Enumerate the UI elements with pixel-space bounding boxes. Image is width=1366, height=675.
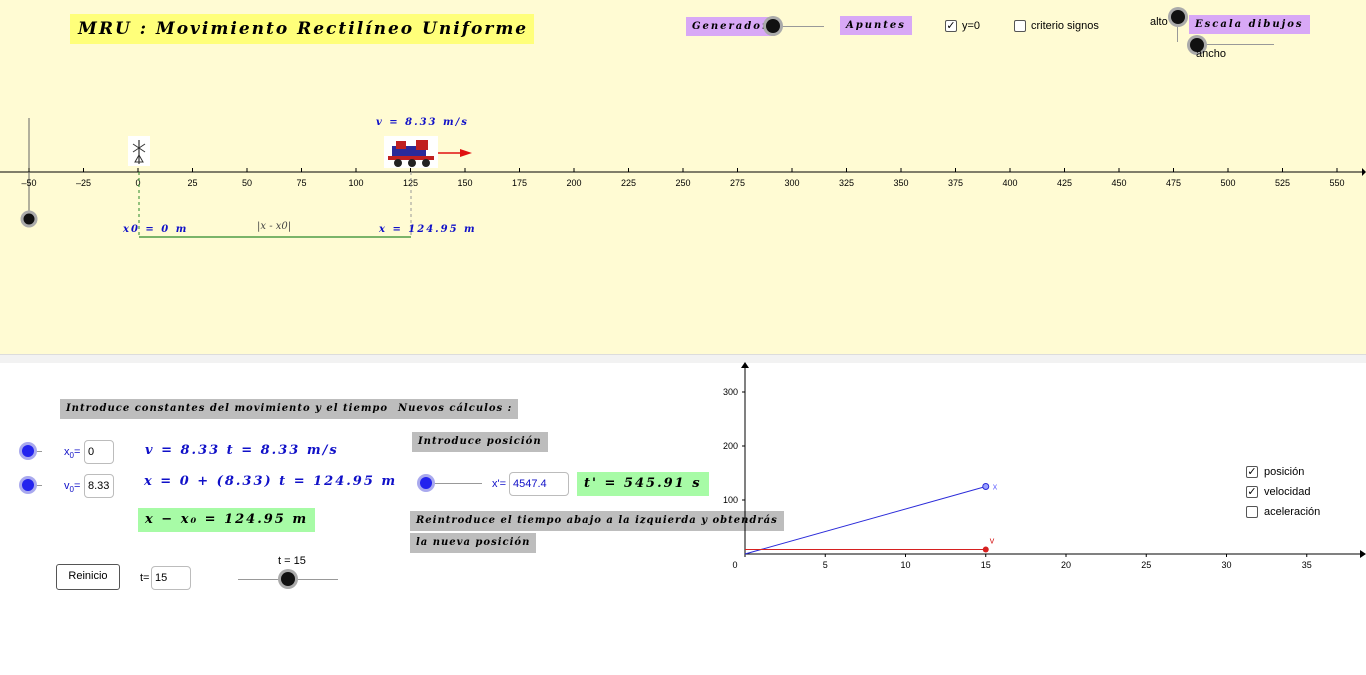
graph-y-tick-label: 300: [723, 387, 738, 397]
x0-label: x0 = 0 m: [123, 224, 189, 235]
x0-field-label: x0=: [64, 446, 81, 461]
axis-tick-label: 150: [457, 178, 472, 188]
graph-x-tick-label: 20: [1061, 560, 1071, 570]
axis-tick-label: 50: [242, 178, 252, 188]
axis-tick-label: 275: [730, 178, 745, 188]
axis-tick-label: –50: [21, 178, 36, 188]
axis-tick-label: 250: [675, 178, 690, 188]
axis-tick-label: 300: [784, 178, 799, 188]
y0-checkbox-label: y=0: [962, 20, 981, 32]
graph-x-tick-label: 15: [981, 560, 991, 570]
axis-tick-label: 175: [512, 178, 527, 188]
alto-slider-knob[interactable]: [1171, 10, 1185, 24]
axis-tick-label: 75: [296, 178, 306, 188]
origin-drag-point: [20, 210, 38, 228]
velocidad-checkbox[interactable]: ✓: [1246, 486, 1258, 498]
ancho-slider-track: [1196, 44, 1274, 45]
axis-tick-label: –25: [76, 178, 91, 188]
xprime-label: x'=: [492, 478, 507, 490]
aceleracion-label: aceleración: [1264, 506, 1321, 518]
position-axis: –50 –25 0 25 50 75 100 125 150 175 200 225 250 275 300…: [0, 118, 1366, 238]
graph-series: xv: [744, 482, 998, 555]
ancho-label: ancho: [1196, 48, 1226, 60]
graph-x-tick-label: 25: [1141, 560, 1151, 570]
tprime-result: t' = 545.91 s: [577, 472, 709, 496]
reintroduce-label-2: la nueva posición: [410, 533, 537, 553]
axis-arrow: [1362, 168, 1366, 176]
reinicio-button[interactable]: Reinicio: [56, 564, 120, 590]
generador-slider-knob[interactable]: [766, 19, 780, 33]
velocity-point-label: v: [990, 536, 995, 546]
axis-tick-label: 500: [1220, 178, 1235, 188]
aceleracion-checkbox[interactable]: [1246, 506, 1258, 518]
v0-input[interactable]: 8.33: [84, 474, 114, 498]
x-position-label: x = 124.95 m: [379, 224, 477, 235]
velocity-label: v = 8.33 m/s: [376, 117, 469, 128]
position-point-label: x: [993, 482, 998, 492]
posicion-checkbox[interactable]: ✓: [1246, 466, 1258, 478]
velocity-point: [982, 546, 989, 553]
axis-tick-label: 375: [948, 178, 963, 188]
axis-ticks: –50 –25 0 25 50 75 100 125 150 175 200 225 250 275 300…: [21, 168, 1345, 188]
nuevos-calculos-label: Nuevos cálculos :: [392, 399, 519, 419]
criterio-signos-label: criterio signos: [1031, 20, 1099, 32]
axis-tick-label: 425: [1057, 178, 1072, 188]
axis-tick-label: 200: [566, 178, 581, 188]
axis-tick-label: 450: [1111, 178, 1126, 188]
graph-x-tick-label: 35: [1302, 560, 1312, 570]
graph-x-tick-label: 0: [732, 560, 737, 570]
axis-tick-label: 25: [187, 178, 197, 188]
graph-x-tick-label: 10: [900, 560, 910, 570]
y0-checkbox[interactable]: ✓: [945, 20, 957, 32]
posicion-label: posición: [1264, 466, 1305, 478]
velocity-equation: v = 8.33 t = 8.33 m/s: [145, 443, 339, 458]
t-slider-knob[interactable]: [281, 572, 295, 586]
intro-label: Introduce constantes del movimiento y el…: [60, 399, 395, 419]
distance-label: |x - x0|: [257, 221, 292, 232]
train-icon: [384, 136, 438, 168]
t-slider-label: t = 15: [278, 555, 306, 567]
page-title: MRU : Movimiento Rectilíneo Uniforme: [70, 14, 534, 44]
v0-slider-knob[interactable]: [22, 479, 34, 491]
x0-slider-knob[interactable]: [22, 445, 34, 457]
introduce-posicion-label: Introduce posición: [412, 432, 548, 452]
axis-tick-label: 100: [348, 178, 363, 188]
graph-y-arrow: [741, 362, 749, 368]
axis-tick-label: 475: [1166, 178, 1181, 188]
alto-label: alto: [1150, 16, 1168, 28]
apuntes-button[interactable]: Apuntes: [840, 16, 912, 35]
displacement-result: x − x₀ = 124.95 m: [138, 508, 316, 532]
axis-tick-label: 400: [1002, 178, 1017, 188]
graph-x-arrow: [1360, 550, 1366, 558]
v0-field-label: v0=: [64, 480, 81, 495]
xprime-slider-knob[interactable]: [420, 477, 432, 489]
t-field-label: t=: [140, 572, 150, 584]
axis-tick-label: 525: [1275, 178, 1290, 188]
generador-button[interactable]: Generador: [686, 17, 776, 36]
criterio-signos-checkbox[interactable]: [1014, 20, 1026, 32]
escala-dibujos-button[interactable]: Escala dibujos: [1189, 15, 1310, 34]
axis-tick-label: 0: [135, 178, 140, 188]
t-input[interactable]: 15: [151, 566, 191, 590]
velocidad-label: velocidad: [1264, 486, 1311, 498]
axis-tick-label: 350: [893, 178, 908, 188]
velocity-arrow-head: [460, 149, 472, 157]
graph-x-tick-label: 5: [823, 560, 828, 570]
position-line: [744, 486, 986, 555]
axis-tick-label: 325: [839, 178, 854, 188]
axis-tick-label: 225: [621, 178, 636, 188]
position-point: [982, 483, 990, 491]
graph-x-tick-label: 30: [1221, 560, 1231, 570]
x0-input[interactable]: 0: [84, 440, 114, 464]
position-equation: x = 0 + (8.33) t = 124.95 m: [144, 474, 398, 489]
axis-tick-label: 550: [1329, 178, 1344, 188]
graph-y-tick-label: 100: [723, 495, 738, 505]
xprime-input[interactable]: 4547.4: [509, 472, 569, 496]
graph-y-tick-label: 200: [723, 441, 738, 451]
